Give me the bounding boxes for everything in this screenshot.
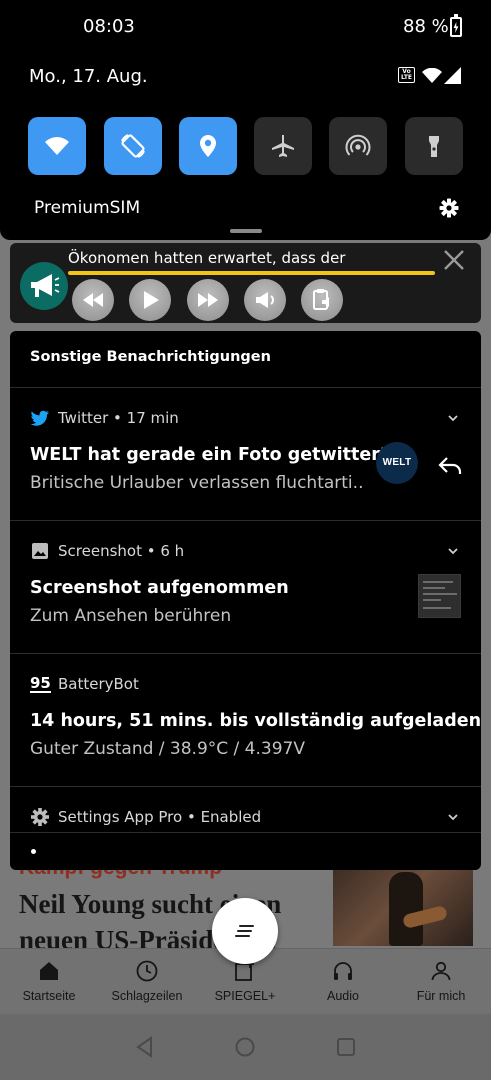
screenshot-thumbnail[interactable] (418, 574, 461, 618)
profile-icon (431, 961, 451, 981)
lines-icon (235, 925, 254, 937)
notification-text: Zum Ansehen berühren (30, 606, 232, 626)
wifi-icon (45, 137, 69, 155)
welt-avatar: WELT (376, 442, 418, 484)
home-icon (40, 962, 58, 980)
wifi-tile[interactable] (28, 117, 86, 175)
tab-label: Startseite (22, 989, 76, 1003)
rewind-button[interactable] (72, 279, 114, 321)
flashlight-tile[interactable] (405, 117, 463, 175)
notification-title: 14 hours, 51 mins. bis vollständig aufge… (30, 711, 481, 731)
close-icon[interactable] (442, 248, 466, 272)
airplane-icon (272, 135, 294, 157)
fab-menu-button[interactable] (212, 898, 278, 964)
article-photo[interactable] (333, 866, 473, 946)
chevron-down-icon[interactable] (446, 812, 460, 822)
date-label[interactable]: Mo., 17. Aug. (29, 66, 148, 87)
location-icon (200, 135, 216, 157)
notification-screenshot[interactable]: Screenshot • 6 h Screenshot aufgenommen … (10, 520, 481, 653)
notification-title: Screenshot aufgenommen (30, 578, 289, 598)
app-name: Screenshot • 6 h (58, 542, 185, 560)
app-name: Settings App Pro • Enabled (58, 808, 262, 826)
hotspot-tile[interactable] (329, 117, 387, 175)
system-navigation-bar (0, 1014, 491, 1080)
app-name: Twitter • 17 min (58, 409, 179, 427)
shade-drag-handle[interactable] (230, 229, 262, 233)
reader-current-text: Ökonomen hatten erwartet, dass der (68, 249, 346, 267)
twitter-bird-icon (30, 410, 49, 426)
airplane-mode-tile[interactable] (254, 117, 312, 175)
notification-title: WELT hat gerade ein Foto getwittert (30, 445, 389, 465)
tab-label: Schlagzeilen (111, 989, 183, 1003)
hotspot-icon (345, 134, 371, 156)
divider (10, 832, 481, 833)
overflow-dot-icon (31, 849, 36, 854)
recents-icon[interactable] (333, 1034, 359, 1060)
speaker-megaphone-icon (256, 292, 274, 308)
tab-fuer-mich[interactable]: Für mich (392, 949, 490, 1015)
tab-audio[interactable]: Audio (294, 949, 392, 1015)
notification-text: Guter Zustand / 38.9°C / 4.397V (30, 739, 305, 759)
speak-button[interactable] (244, 279, 286, 321)
tab-startseite[interactable]: Startseite (0, 949, 98, 1015)
megaphone-icon (31, 274, 60, 297)
settings-gear-icon (31, 808, 49, 826)
auto-rotate-icon (121, 134, 145, 158)
flashlight-icon (429, 136, 439, 157)
back-icon[interactable] (132, 1034, 158, 1060)
location-tile[interactable] (179, 117, 237, 175)
notification-twitter[interactable]: Twitter • 17 min WELT hat gerade ein Fot… (10, 387, 481, 520)
batterybot-icon: 95 (30, 674, 51, 693)
home-button-icon[interactable] (232, 1034, 258, 1060)
battery-percentage: 88 % (403, 16, 449, 37)
status-clock: 08:03 (83, 16, 135, 37)
gear-icon[interactable] (439, 198, 459, 218)
reply-icon[interactable] (438, 456, 462, 476)
notification-panel: Sonstige Benachrichtigungen Twitter • 17… (10, 331, 481, 870)
reader-app-icon[interactable] (20, 262, 68, 310)
app-name: BatteryBot (58, 675, 139, 693)
battery-charging-icon (450, 14, 462, 37)
chevron-down-icon[interactable] (446, 546, 460, 556)
tab-label: SPIEGEL+ (214, 989, 276, 1003)
clock-icon (136, 960, 158, 982)
fast-forward-icon (198, 293, 218, 307)
play-icon (144, 291, 159, 309)
volte-icon: Vo LTE (398, 67, 415, 83)
cell-signal-icon (444, 67, 461, 84)
carrier-name: PremiumSIM (34, 198, 141, 218)
notification-batterybot[interactable]: 95 BatteryBot 14 hours, 51 mins. bis vol… (10, 653, 481, 786)
reader-progress-bar (68, 271, 435, 275)
play-button[interactable] (129, 279, 171, 321)
clipboard-speaker-icon (313, 289, 329, 310)
clipboard-read-button[interactable] (301, 279, 343, 321)
headphones-icon (334, 962, 352, 980)
chevron-down-icon[interactable] (446, 413, 460, 423)
tab-label: Audio (327, 989, 359, 1003)
auto-rotate-tile[interactable] (104, 117, 162, 175)
reader-widget: Ökonomen hatten erwartet, dass der (10, 243, 481, 323)
tab-schlagzeilen[interactable]: Schlagzeilen (98, 949, 196, 1015)
notification-settings-app-pro[interactable]: Settings App Pro • Enabled (10, 786, 481, 834)
wifi-status-icon (422, 68, 442, 83)
notification-text: Britische Urlauber verlassen fluchtarti.… (30, 473, 364, 493)
fast-forward-button[interactable] (187, 279, 229, 321)
quick-settings-shade: 08:03 88 % Mo., 17. Aug. Vo LTE PremiumSI… (0, 0, 491, 240)
image-icon (32, 543, 48, 559)
section-title: Sonstige Benachrichtigungen (30, 349, 271, 365)
tab-label: Für mich (416, 989, 466, 1003)
rewind-icon (83, 293, 103, 307)
